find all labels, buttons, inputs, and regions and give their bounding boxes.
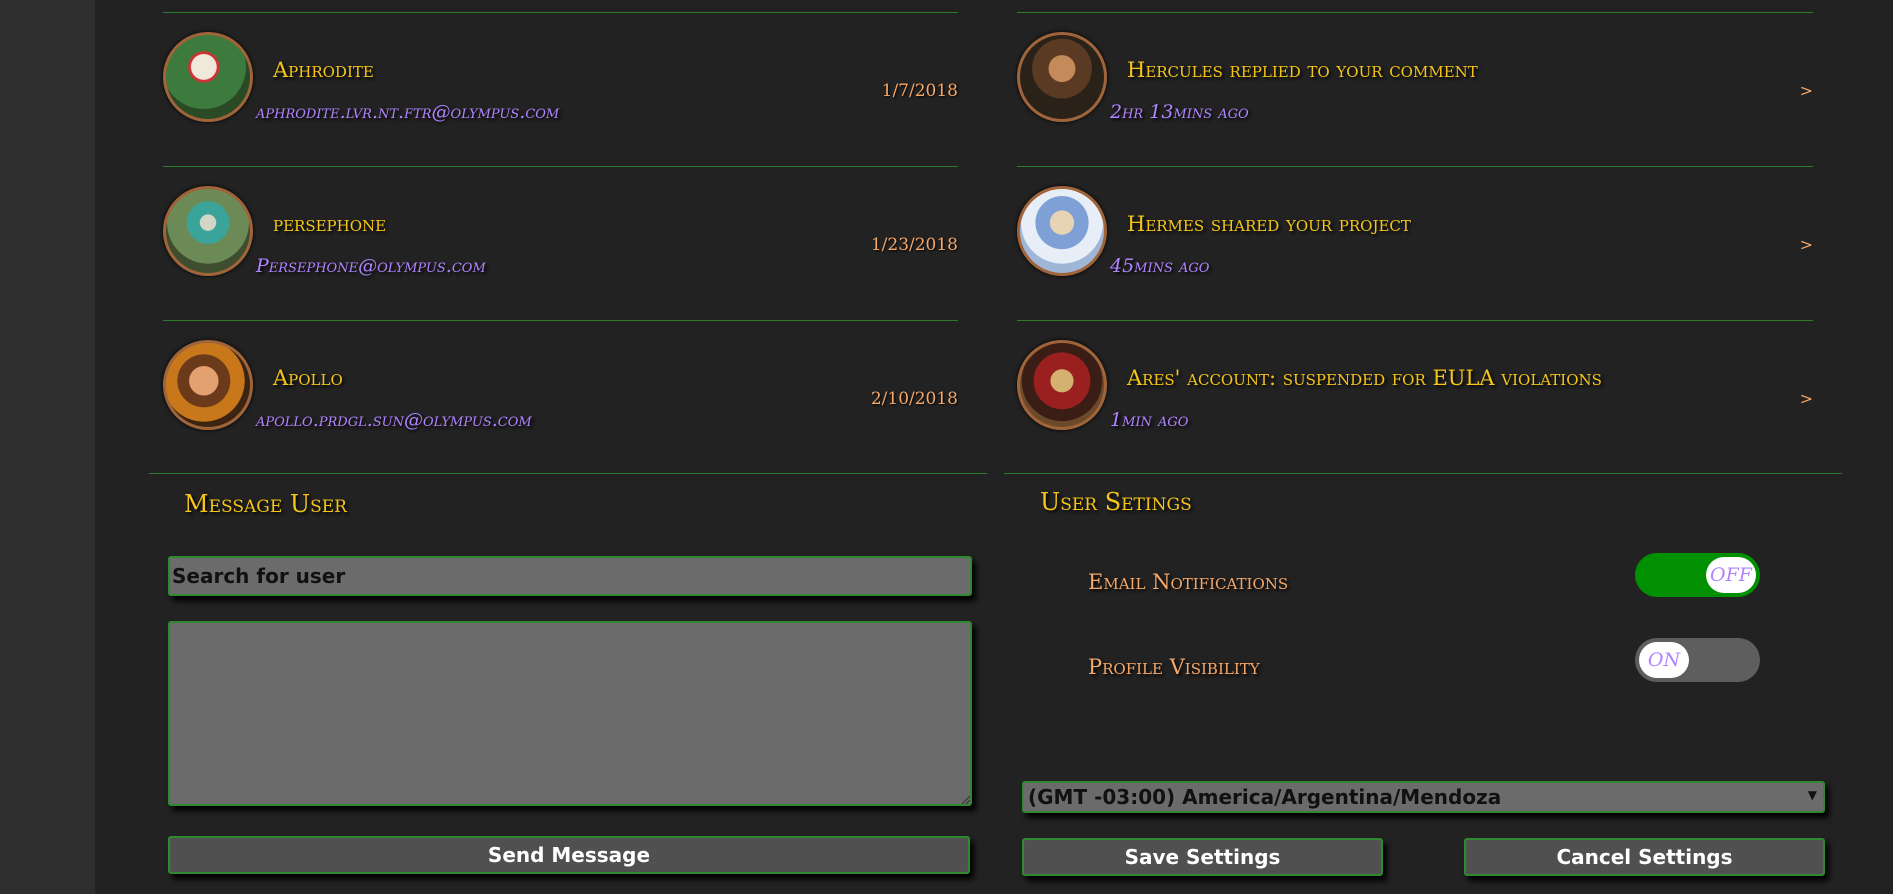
save-settings-button[interactable]: Save Settings (1022, 838, 1383, 876)
user-row[interactable]: Apollo apollo.prdgl.sun@olympus.com 2/10… (163, 320, 958, 474)
chevron-right-icon[interactable]: > (1800, 389, 1813, 408)
user-date: 1/7/2018 (881, 81, 958, 101)
notification-row[interactable]: Ares' account: suspended for EULA violat… (1017, 320, 1813, 474)
notification-list: Hercules replied to your comment 2hr 13m… (1017, 0, 1813, 474)
notification-title: Hercules replied to your comment (1127, 58, 1478, 82)
divider (1004, 473, 1842, 474)
send-message-button[interactable]: Send Message (168, 836, 970, 874)
notification-title: Ares' account: suspended for EULA violat… (1127, 366, 1602, 390)
toggle-knob: OFF (1706, 557, 1756, 593)
divider (149, 473, 987, 474)
avatar (163, 32, 253, 122)
avatar (1017, 340, 1107, 430)
left-side-strip (0, 0, 95, 894)
user-date: 2/10/2018 (870, 389, 958, 409)
email-notifications-toggle[interactable]: OFF (1635, 553, 1760, 597)
user-name: Aphrodite (273, 58, 374, 82)
notification-time: 1min ago (1110, 409, 1189, 431)
avatar (1017, 32, 1107, 122)
avatar (163, 340, 253, 430)
message-user-title: Message User (184, 490, 347, 518)
toggle-knob: ON (1639, 642, 1689, 678)
message-textarea[interactable] (168, 621, 972, 806)
user-email[interactable]: apollo.prdgl.sun@olympus.com (256, 409, 532, 431)
user-settings-title: User Setings (1040, 488, 1192, 516)
notification-title: Hermes shared your project (1127, 212, 1411, 236)
user-name: Apollo (273, 366, 343, 390)
chevron-right-icon[interactable]: > (1800, 81, 1813, 100)
profile-visibility-toggle[interactable]: ON (1635, 638, 1760, 682)
avatar (163, 186, 253, 276)
user-row[interactable]: persephone Persephone@olympus.com 1/23/2… (163, 166, 958, 320)
notification-row[interactable]: Hercules replied to your comment 2hr 13m… (1017, 12, 1813, 166)
user-list: Aphrodite aphrodite.lvr.nt.ftr@olympus.c… (163, 0, 958, 474)
user-name: persephone (273, 212, 387, 236)
user-row[interactable]: Aphrodite aphrodite.lvr.nt.ftr@olympus.c… (163, 12, 958, 166)
cancel-settings-button[interactable]: Cancel Settings (1464, 838, 1825, 876)
avatar (1017, 186, 1107, 276)
notification-time: 45mins ago (1110, 255, 1210, 277)
email-notifications-label: Email Notifications (1088, 570, 1289, 594)
profile-visibility-label: Profile Visibility (1088, 655, 1260, 679)
search-input[interactable] (168, 556, 972, 596)
user-email[interactable]: aphrodite.lvr.nt.ftr@olympus.com (256, 101, 559, 123)
notification-row[interactable]: Hermes shared your project 45mins ago > (1017, 166, 1813, 320)
resize-grip-icon[interactable] (960, 794, 970, 804)
chevron-right-icon[interactable]: > (1800, 235, 1813, 254)
timezone-select[interactable]: (GMT -03:00) America/Argentina/Mendoza ▼ (1022, 781, 1825, 813)
timezone-value: (GMT -03:00) America/Argentina/Mendoza (1028, 785, 1502, 809)
chevron-down-icon: ▼ (1807, 788, 1817, 802)
notification-time: 2hr 13mins ago (1110, 101, 1249, 123)
user-email[interactable]: Persephone@olympus.com (256, 255, 486, 277)
user-date: 1/23/2018 (870, 235, 958, 255)
